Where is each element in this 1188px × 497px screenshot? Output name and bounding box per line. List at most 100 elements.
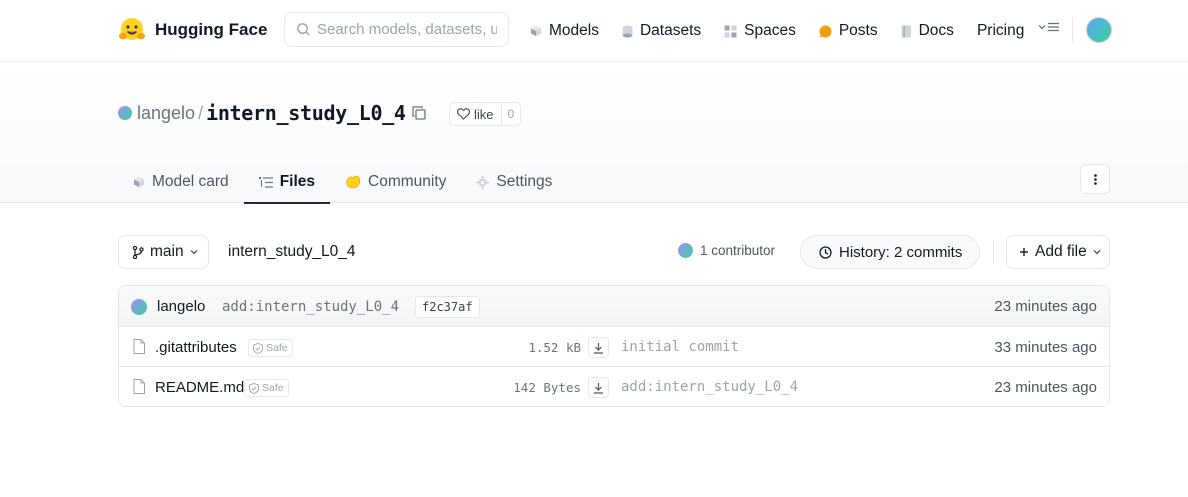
download-button[interactable] — [588, 377, 609, 398]
file-name-link[interactable]: README.md — [155, 379, 244, 396]
tab-model-card-label: Model card — [152, 173, 229, 190]
tab-community-label: Community — [368, 173, 447, 190]
commit-message[interactable]: add:intern_study_L0_4 — [222, 299, 399, 315]
tab-model-card[interactable]: Model card — [118, 161, 244, 203]
nav-posts[interactable]: Posts — [819, 20, 878, 42]
hugging-face-logo-icon — [119, 18, 145, 40]
path-separator: / — [198, 102, 204, 123]
more-options-button[interactable] — [1080, 164, 1110, 194]
chevron-down-icon — [1038, 25, 1046, 30]
owner-avatar — [118, 106, 132, 120]
clock-icon — [819, 245, 832, 259]
file-commit-message[interactable]: add:intern_study_L0_4 — [621, 379, 798, 395]
like-count: 0 — [507, 107, 515, 121]
repo-owner-link[interactable]: langelo — [137, 103, 195, 124]
menu-lines-icon — [1048, 22, 1059, 32]
nav-divider — [1072, 17, 1073, 43]
tab-files[interactable]: Files — [243, 161, 331, 204]
brand-logo-link[interactable]: Hugging Face — [117, 15, 267, 45]
file-size: 1.52 kB — [528, 340, 581, 355]
file-table: langelo add:intern_study_L0_4 f2c37af 23… — [118, 285, 1110, 407]
nav-spaces-label: Spaces — [744, 22, 796, 39]
nav-models-label: Models — [549, 22, 599, 39]
nav-spaces[interactable]: Spaces — [724, 20, 796, 42]
nav-pricing[interactable]: Pricing — [977, 20, 1024, 42]
tab-files-label: Files — [279, 173, 316, 190]
commit-hash-badge[interactable]: f2c37af — [415, 296, 480, 318]
nav-pricing-label: Pricing — [976, 22, 1025, 39]
nav-docs[interactable]: Docs — [901, 20, 954, 42]
file-name-link[interactable]: .gitattributes — [155, 339, 237, 356]
add-file-button[interactable]: Add file — [1006, 235, 1110, 269]
file-time: 23 minutes ago — [994, 379, 1097, 396]
nav-models[interactable]: Models — [530, 20, 599, 42]
repo-title: langelo / intern_study_L0_4 — [118, 100, 426, 126]
safe-label: Safe — [262, 382, 284, 394]
safe-label: Safe — [266, 342, 288, 354]
repo-name-link[interactable]: intern_study_L0_4 — [206, 101, 406, 125]
copy-icon — [412, 106, 426, 120]
file-row[interactable]: .gitattributes Safe 1.52 kB initial comm… — [119, 327, 1109, 367]
brand-name: Hugging Face — [155, 20, 268, 39]
like-button[interactable]: like 0 — [449, 102, 522, 126]
nav-more-menu[interactable] — [1038, 22, 1059, 32]
download-icon — [594, 382, 603, 394]
shield-check-icon — [253, 342, 263, 354]
tab-settings[interactable]: Settings — [461, 161, 567, 203]
community-hands-icon — [346, 175, 361, 189]
search-icon — [297, 23, 310, 36]
toolbar-divider — [993, 240, 994, 264]
file-size: 142 Bytes — [513, 380, 581, 395]
file-commit-message[interactable]: initial commit — [621, 339, 739, 355]
chevron-down-icon — [190, 250, 198, 255]
cube-icon — [531, 26, 541, 36]
book-icon — [901, 25, 911, 37]
history-label: History: 2 commits — [839, 243, 963, 261]
chevron-down-icon — [1093, 250, 1101, 255]
main-nav: Models Datasets Spaces Posts Docs Pricin… — [530, 20, 1024, 42]
git-branch-icon — [132, 245, 144, 259]
nav-datasets-label: Datasets — [639, 22, 702, 39]
gear-icon — [476, 175, 490, 189]
database-icon — [622, 25, 633, 37]
tab-community[interactable]: Community — [330, 161, 461, 203]
like-label-group: like — [450, 103, 502, 125]
repo-tabs: Model card Files Community Settings — [118, 161, 567, 204]
branch-selector[interactable]: main — [118, 235, 209, 269]
like-label: like — [474, 106, 494, 122]
download-icon — [594, 342, 603, 354]
copy-repo-name-button[interactable] — [412, 106, 426, 120]
shield-check-icon — [249, 382, 259, 394]
nav-posts-label: Posts — [838, 22, 878, 39]
history-button[interactable]: History: 2 commits — [800, 235, 980, 269]
nav-datasets[interactable]: Datasets — [622, 20, 701, 42]
contributors-label: 1 contributor — [700, 243, 776, 258]
file-row[interactable]: README.md Safe 142 Bytes add:intern_stud… — [119, 367, 1109, 406]
file-icon — [133, 379, 145, 394]
safe-badge[interactable]: Safe — [244, 379, 289, 397]
commit-time: 23 minutes ago — [994, 298, 1097, 315]
kebab-menu-icon — [1093, 173, 1097, 185]
grid-icon — [724, 25, 737, 37]
contributors-link[interactable]: 1 contributor — [678, 243, 775, 258]
top-navbar: Hugging Face Models Datasets Spaces Post… — [0, 0, 1188, 62]
chat-bubble-icon — [819, 24, 832, 37]
user-avatar[interactable] — [1086, 17, 1112, 43]
plus-icon — [1020, 248, 1028, 256]
last-commit-row: langelo add:intern_study_L0_4 f2c37af 23… — [119, 286, 1109, 327]
repo-header: langelo / intern_study_L0_4 like 0 Model… — [0, 63, 1188, 204]
safe-badge[interactable]: Safe — [248, 339, 293, 357]
nav-docs-label: Docs — [918, 22, 954, 39]
search-box[interactable] — [284, 12, 509, 47]
tab-settings-label: Settings — [496, 173, 553, 190]
file-tree-icon — [258, 176, 273, 188]
cube-icon — [134, 177, 144, 187]
commit-author-link[interactable]: langelo — [157, 298, 205, 315]
search-input[interactable] — [317, 21, 497, 38]
contributor-avatar — [678, 243, 693, 258]
file-time: 33 minutes ago — [994, 339, 1097, 356]
download-button[interactable] — [588, 337, 609, 358]
heart-icon — [457, 108, 470, 120]
current-path[interactable]: intern_study_L0_4 — [228, 243, 356, 261]
file-icon — [133, 339, 145, 354]
